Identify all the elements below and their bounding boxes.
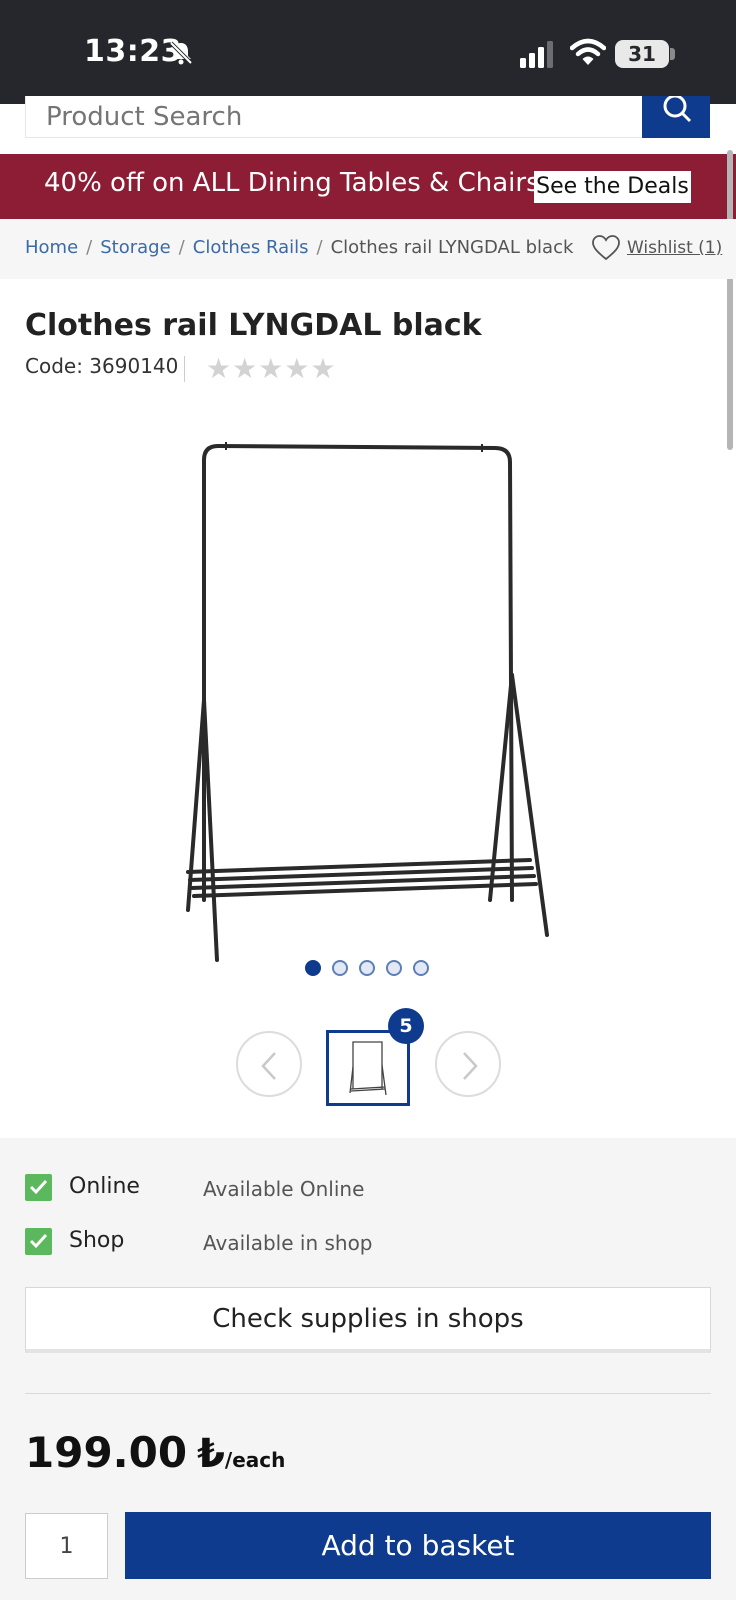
see-deals-button[interactable]: See the Deals: [534, 171, 691, 203]
availability-row-online: Online Available Online: [25, 1172, 725, 1202]
carousel-dot-5[interactable]: [413, 960, 429, 976]
bell-muted-icon: [168, 40, 194, 66]
breadcrumb-storage[interactable]: Storage: [100, 237, 170, 258]
carousel-dot-3[interactable]: [359, 960, 375, 976]
scrollbar-thumb[interactable]: [727, 150, 733, 450]
breadcrumb-separator: /: [86, 237, 93, 258]
availability-channel: Online: [69, 1174, 140, 1199]
breadcrumb: Home / Storage / Clothes Rails / Clothes rail …: [25, 237, 573, 258]
battery-indicator: 31: [615, 40, 669, 68]
product-code: Code: 3690140: [25, 354, 179, 378]
search-bar: [0, 96, 736, 154]
availability-row-shop: Shop Available in shop: [25, 1226, 725, 1256]
checkbox-checked-icon: [25, 1228, 52, 1255]
breadcrumb-separator: /: [316, 237, 323, 258]
divider: [25, 1393, 711, 1394]
price: 199.00 ₺/each: [25, 1428, 285, 1477]
check-supplies-button[interactable]: Check supplies in shops: [25, 1287, 711, 1353]
add-to-basket-button[interactable]: Add to basket: [125, 1512, 711, 1579]
previous-image-button[interactable]: [236, 1031, 302, 1097]
breadcrumb-current: Clothes rail LYNGDAL black: [330, 237, 574, 258]
code-divider: [184, 356, 185, 382]
breadcrumb-separator: /: [178, 237, 185, 258]
price-unit: /each: [224, 1448, 286, 1472]
image-count-badge: 5: [388, 1008, 424, 1044]
product-title: Clothes rail LYNGDAL black: [25, 308, 482, 343]
cellular-signal-icon: [520, 40, 560, 68]
search-button[interactable]: [642, 96, 710, 138]
search-icon: [663, 96, 692, 123]
checkbox-checked-icon: [25, 1174, 52, 1201]
availability-status: Available Online: [203, 1177, 365, 1201]
thumbnail-rail-icon: [349, 1041, 387, 1096]
chevron-right-icon: [463, 1052, 478, 1080]
breadcrumb-clothes-rails[interactable]: Clothes Rails: [193, 237, 309, 258]
price-amount: 199.00: [25, 1428, 188, 1477]
next-image-button[interactable]: [435, 1031, 501, 1097]
wishlist-label: Wishlist (1): [627, 238, 723, 258]
heart-icon: [592, 235, 620, 261]
quantity-input[interactable]: [25, 1513, 108, 1579]
product-image[interactable]: [170, 440, 570, 990]
promo-text: 40% off on ALL Dining Tables & Chairs: [44, 168, 540, 198]
chevron-left-icon: [261, 1052, 276, 1080]
carousel-dot-2[interactable]: [332, 960, 348, 976]
carousel-dot-1[interactable]: [305, 960, 321, 976]
availability-status: Available in shop: [203, 1231, 373, 1255]
battery-tip: [670, 48, 675, 60]
breadcrumb-home[interactable]: Home: [25, 237, 78, 258]
carousel-dot-4[interactable]: [386, 960, 402, 976]
breadcrumb-bar: Home / Storage / Clothes Rails / Clothes rail …: [0, 219, 736, 279]
search-input[interactable]: [25, 96, 643, 138]
wifi-icon: [569, 38, 607, 68]
price-currency: ₺: [197, 1431, 225, 1477]
rating-stars[interactable]: ★★★★★: [206, 352, 337, 385]
status-bar: 13:23 31: [0, 0, 736, 104]
availability-channel: Shop: [69, 1228, 125, 1253]
promo-banner: 40% off on ALL Dining Tables & Chairs Se…: [0, 154, 736, 219]
